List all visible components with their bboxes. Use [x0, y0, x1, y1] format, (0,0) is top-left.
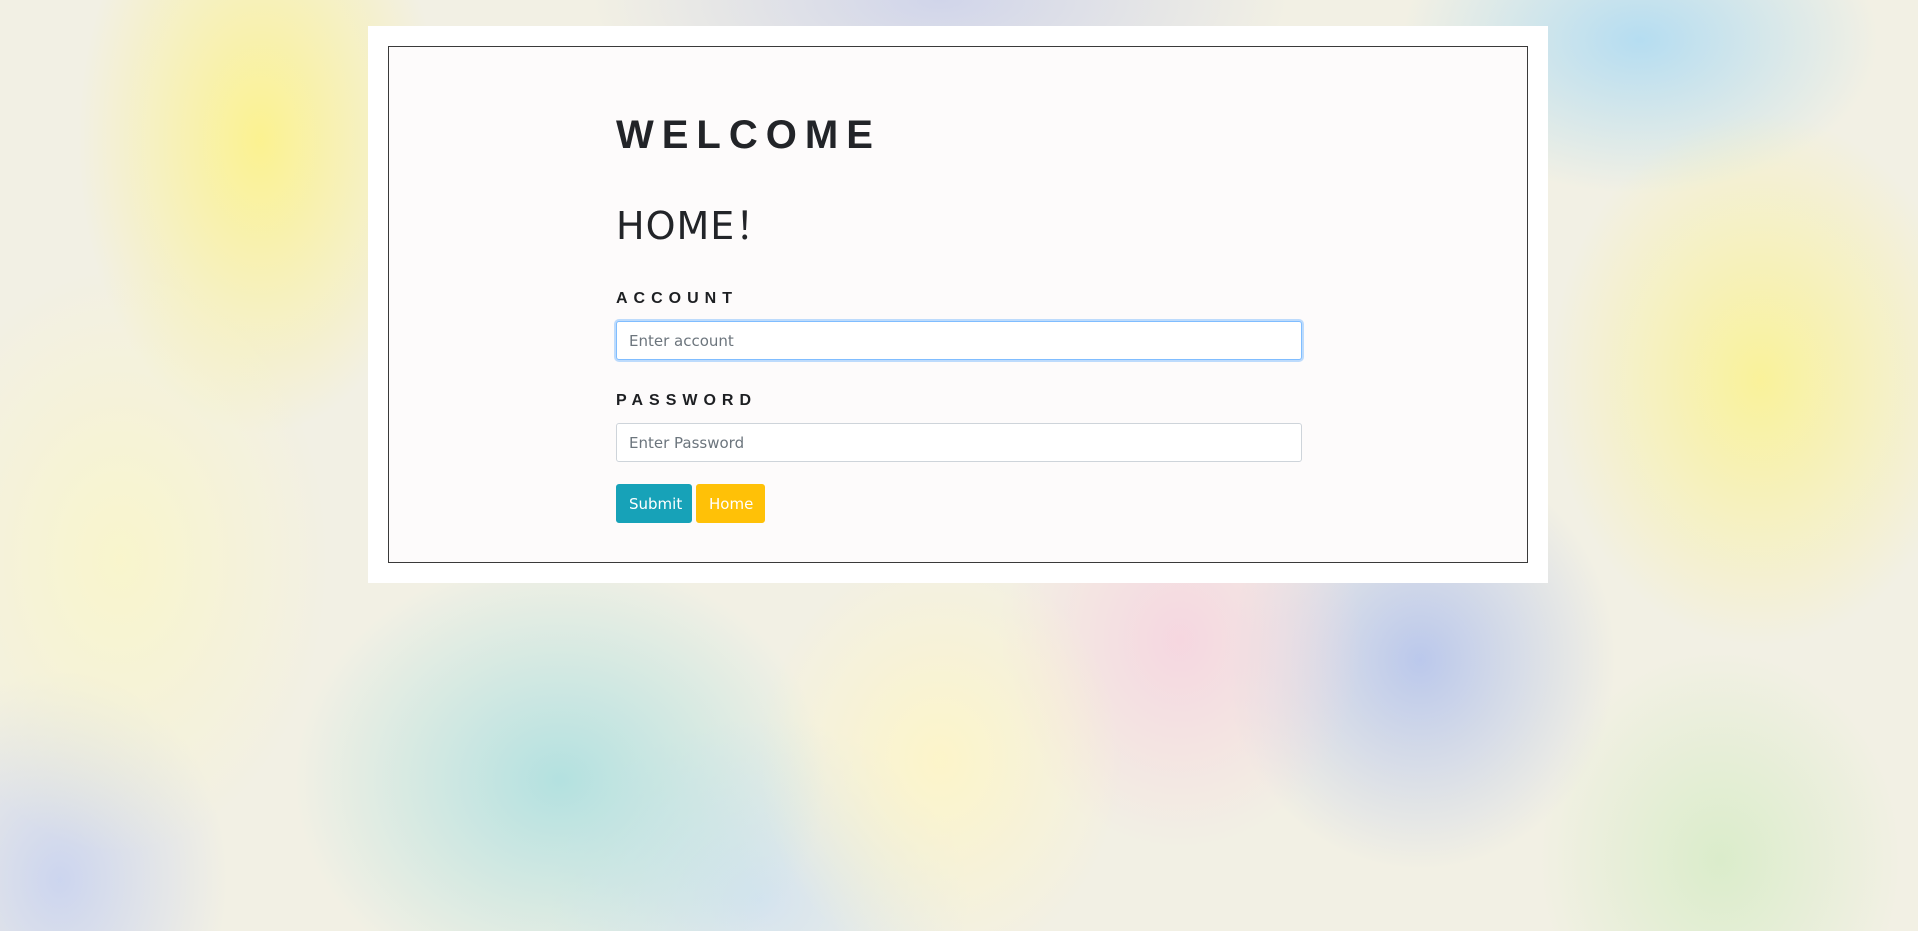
page-title: HOME！ — [616, 204, 775, 248]
account-label: ACCOUNT — [616, 290, 738, 307]
login-card-border: WELCOME HOME！ ACCOUNT PASSWORD Submit Ho… — [388, 46, 1528, 563]
password-label: PASSWORD — [616, 392, 758, 409]
submit-button[interactable]: Submit — [616, 484, 692, 523]
welcome-heading: WELCOME — [616, 113, 881, 157]
account-input[interactable] — [616, 321, 1302, 360]
home-button[interactable]: Home — [696, 484, 765, 523]
password-input[interactable] — [616, 423, 1302, 462]
login-card: WELCOME HOME！ ACCOUNT PASSWORD Submit Ho… — [368, 26, 1548, 583]
